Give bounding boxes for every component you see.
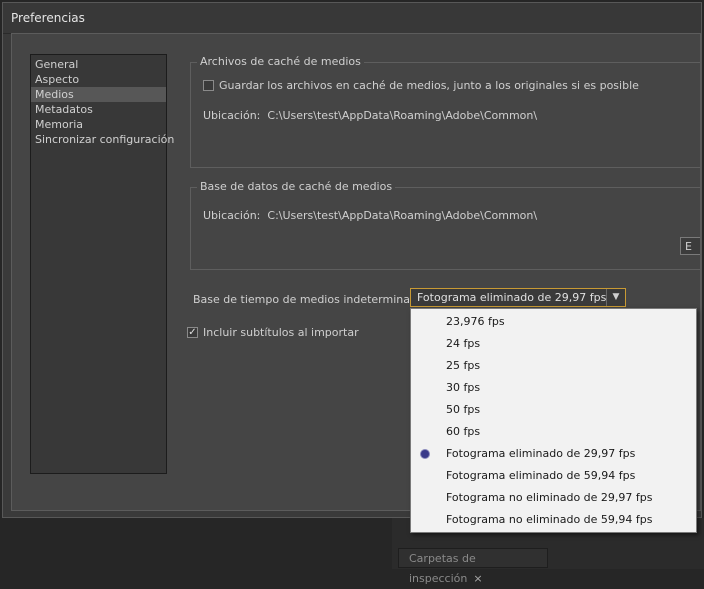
media-cache-location-label: Ubicación: (203, 109, 261, 122)
subtitles-checkbox[interactable]: ✓ (187, 326, 198, 338)
timebase-option-nondrop-5994[interactable]: Fotograma no eliminado de 59,94 fps (411, 509, 696, 531)
sidebar-item-aspecto[interactable]: Aspecto (31, 72, 166, 87)
timebase-select[interactable]: Fotograma eliminado de 29,97 fps ▼ (410, 288, 626, 307)
timebase-option-25[interactable]: 25 fps (411, 355, 696, 377)
media-cache-location-row: Ubicación: C:\Users\test\AppData\Roaming… (203, 109, 537, 123)
timebase-option-50[interactable]: 50 fps (411, 399, 696, 421)
save-with-originals-label: Guardar los archivos en caché de medios,… (219, 79, 639, 92)
chevron-down-icon[interactable]: ▼ (606, 289, 625, 306)
timebase-selected-value: Fotograma eliminado de 29,97 fps (417, 291, 607, 304)
media-cache-db-location-value: C:\Users\test\AppData\Roaming\Adobe\Comm… (267, 209, 538, 222)
close-icon[interactable]: × (473, 572, 482, 585)
background-tab-watch-folders[interactable]: Carpetas de inspección × (398, 548, 548, 585)
preferences-sidebar: General Aspecto Medios Metadatos Memoria… (30, 54, 174, 474)
sidebar-item-memoria[interactable]: Memoria (31, 117, 166, 132)
timebase-option-drop-2997[interactable]: Fotograma eliminado de 29,97 fps (411, 443, 696, 465)
save-with-originals-checkbox[interactable] (203, 79, 214, 91)
save-with-originals-row[interactable]: Guardar los archivos en caché de medios,… (203, 79, 639, 93)
media-cache-db-title: Base de datos de caché de medios (197, 180, 396, 194)
sidebar-item-medios[interactable]: Medios (31, 87, 166, 102)
timebase-option-drop-5994[interactable]: Fotograma eliminado de 59,94 fps (411, 465, 696, 487)
sidebar-item-sync-settings[interactable]: Sincronizar configuración (31, 132, 174, 147)
media-cache-db-group: Base de datos de caché de medios Ubicaci… (190, 180, 700, 270)
media-cache-db-button[interactable]: E (680, 237, 700, 255)
timebase-option-60[interactable]: 60 fps (411, 421, 696, 443)
sidebar-item-metadatos[interactable]: Metadatos (31, 102, 166, 117)
timebase-dropdown-list: 23,976 fps 24 fps 25 fps 30 fps 50 fps 6… (410, 308, 697, 533)
media-cache-db-location-row: Ubicación: C:\Users\test\AppData\Roaming… (203, 209, 537, 223)
timebase-option-24[interactable]: 24 fps (411, 333, 696, 355)
subtitles-label: Incluir subtítulos al importar (203, 326, 359, 339)
media-cache-location-value: C:\Users\test\AppData\Roaming\Adobe\Comm… (267, 109, 538, 122)
timebase-option-23976[interactable]: 23,976 fps (411, 311, 696, 333)
timebase-option-label: Fotograma eliminado de 29,97 fps (446, 447, 636, 460)
dialog-title: Preferencias (3, 3, 701, 34)
timebase-option-30[interactable]: 30 fps (411, 377, 696, 399)
media-cache-db-location-label: Ubicación: (203, 209, 261, 222)
media-cache-files-group: Archivos de caché de medios Guardar los … (190, 55, 700, 168)
media-cache-files-title: Archivos de caché de medios (197, 55, 364, 69)
selected-radio-icon (421, 450, 429, 458)
timebase-label: Base de tiempo de medios indeterminada: (193, 293, 428, 306)
subtitles-row[interactable]: ✓ Incluir subtítulos al importar (187, 326, 359, 340)
timebase-option-nondrop-2997[interactable]: Fotograma no eliminado de 29,97 fps (411, 487, 696, 509)
sidebar-item-general[interactable]: General (31, 57, 166, 72)
